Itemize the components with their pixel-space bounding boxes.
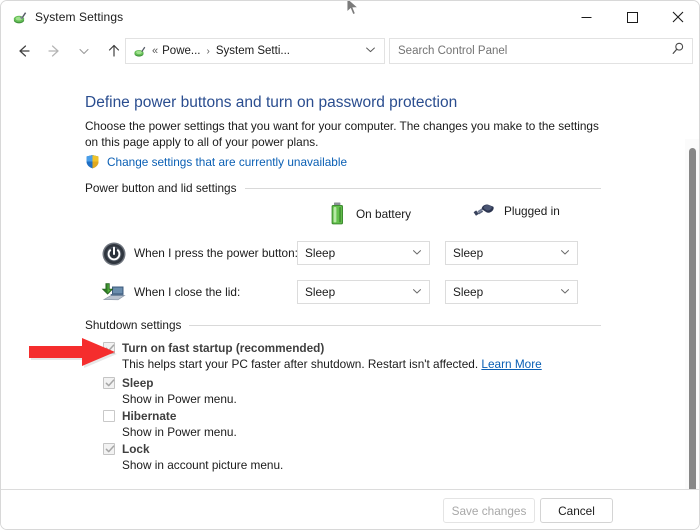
sleep-description: Show in Power menu. — [122, 392, 237, 406]
close-lid-plugged-in-dropdown[interactable]: Sleep — [445, 280, 578, 304]
arrow-up-icon — [106, 43, 122, 59]
search-icon[interactable] — [671, 42, 685, 61]
minimize-button[interactable] — [563, 1, 609, 33]
save-changes-button[interactable]: Save changes — [443, 498, 535, 523]
breadcrumb-address-bar[interactable]: « Powe... › System Setti... — [125, 38, 385, 64]
cancel-button[interactable]: Cancel — [540, 498, 613, 523]
hibernate-checkbox[interactable] — [103, 410, 115, 422]
checkmark-icon — [105, 378, 115, 388]
power-button-on-battery-dropdown[interactable]: Sleep — [297, 241, 430, 265]
plugged-in-label: Plugged in — [504, 204, 560, 218]
uac-shield-icon — [85, 154, 100, 169]
change-unavailable-settings-link[interactable]: Change settings that are currently unava… — [85, 154, 347, 169]
page-title: Define power buttons and turn on passwor… — [85, 94, 457, 112]
arrow-right-icon — [46, 43, 62, 59]
navigation-toolbar: « Powe... › System Setti... — [1, 33, 700, 69]
power-section-header: Power button and lid settings — [85, 181, 601, 195]
breadcrumb-separator: › — [206, 46, 209, 57]
fast-startup-description-text: This helps start your PC faster after sh… — [122, 357, 478, 371]
chevron-down-icon — [412, 244, 422, 262]
uac-link-label[interactable]: Change settings that are currently unava… — [107, 155, 347, 169]
shutdown-section-header: Shutdown settings — [85, 318, 601, 332]
chevron-down-icon — [560, 244, 570, 262]
on-battery-label: On battery — [356, 207, 411, 221]
column-header-on-battery: On battery — [328, 201, 411, 227]
power-plug-icon — [469, 201, 495, 221]
recent-locations-button[interactable] — [69, 36, 99, 66]
caption-button-group — [563, 1, 700, 33]
minimize-icon — [581, 12, 592, 23]
system-settings-window: System Settings — [0, 0, 700, 530]
power-options-icon — [11, 9, 27, 25]
breadcrumb-chevron-down-icon[interactable] — [365, 44, 376, 58]
power-section-title: Power button and lid settings — [85, 181, 245, 195]
learn-more-link[interactable]: Learn More — [481, 357, 541, 371]
arrow-left-icon — [16, 43, 32, 59]
maximize-button[interactable] — [609, 1, 655, 33]
vertical-scrollbar[interactable] — [685, 139, 700, 491]
hibernate-description: Show in Power menu. — [122, 425, 237, 439]
power-button-icon — [101, 241, 127, 267]
close-button[interactable] — [655, 1, 700, 33]
setting-row-power-button: When I press the power button: Sleep Sle… — [85, 241, 601, 267]
fast-startup-label: Turn on fast startup (recommended) — [122, 341, 324, 355]
chevron-down-icon — [78, 45, 90, 57]
laptop-lid-icon — [101, 280, 127, 306]
power-button-row-label: When I press the power button: — [134, 246, 298, 260]
mouse-cursor — [346, 0, 360, 17]
maximize-icon — [627, 12, 638, 23]
search-box[interactable] — [389, 38, 693, 64]
window-title: System Settings — [35, 10, 123, 24]
battery-icon — [328, 201, 347, 227]
search-input[interactable] — [398, 39, 668, 63]
chevron-down-icon — [560, 283, 570, 301]
sleep-label: Sleep — [122, 376, 153, 390]
breadcrumb-item-power-options[interactable]: Powe... — [162, 45, 200, 57]
lock-checkbox[interactable] — [103, 443, 115, 455]
close-lid-on-battery-dropdown[interactable]: Sleep — [297, 280, 430, 304]
shutdown-section-title: Shutdown settings — [85, 318, 189, 332]
close-icon — [672, 11, 684, 23]
forward-button[interactable] — [39, 36, 69, 66]
section-divider — [245, 188, 602, 189]
sleep-checkbox[interactable] — [103, 377, 115, 389]
checkmark-icon — [105, 343, 115, 353]
lock-label: Lock — [122, 442, 150, 456]
setting-row-close-lid: When I close the lid: Sleep Sleep — [85, 280, 601, 306]
breadcrumb-item-system-settings[interactable]: System Setti... — [216, 45, 290, 57]
close-lid-row-label: When I close the lid: — [134, 285, 240, 299]
column-header-plugged-in: Plugged in — [469, 201, 560, 221]
chevron-down-icon — [412, 283, 422, 301]
breadcrumb-overflow[interactable]: « — [152, 45, 158, 57]
fast-startup-description: This helps start your PC faster after sh… — [122, 357, 542, 371]
dropdown-value: Sleep — [305, 246, 335, 260]
checkmark-icon — [105, 444, 115, 454]
power-options-icon — [132, 44, 146, 58]
power-button-plugged-in-dropdown[interactable]: Sleep — [445, 241, 578, 265]
back-button[interactable] — [9, 36, 39, 66]
dropdown-value: Sleep — [453, 246, 483, 260]
dropdown-value: Sleep — [453, 285, 483, 299]
fast-startup-checkbox[interactable] — [103, 342, 115, 354]
scrollbar-thumb[interactable] — [689, 148, 696, 491]
page-description: Choose the power settings that you want … — [85, 118, 601, 150]
lock-description: Show in account picture menu. — [122, 458, 283, 472]
content-pane: Define power buttons and turn on passwor… — [1, 69, 700, 491]
section-divider — [189, 325, 601, 326]
dropdown-value: Sleep — [305, 285, 335, 299]
hibernate-label: Hibernate — [122, 409, 176, 423]
dialog-footer: Save changes Cancel — [1, 489, 700, 529]
